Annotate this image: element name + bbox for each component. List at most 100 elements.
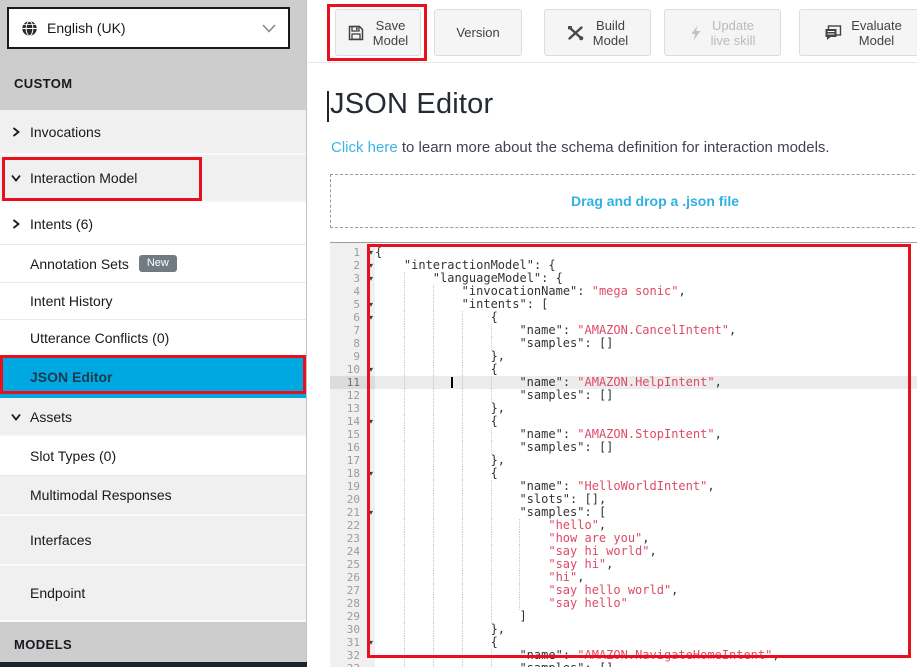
save-model-button[interactable]: SaveModel	[335, 9, 421, 56]
fold-arrow-icon[interactable]: ▾	[369, 415, 373, 428]
sidebar-item-multimodal-responses[interactable]: Multimodal Responses	[0, 476, 306, 516]
line-number: 13	[330, 402, 375, 415]
sidebar-item-json-editor[interactable]: JSON Editor	[0, 357, 306, 398]
line-number: 2▾	[330, 259, 375, 272]
line-number: 9	[330, 350, 375, 363]
line-number: 18▾	[330, 467, 375, 480]
text-caret	[327, 91, 329, 122]
line-number: 1▾	[330, 246, 375, 259]
fold-arrow-icon[interactable]: ▾	[369, 272, 373, 285]
build-model-button[interactable]: BuildModel	[544, 9, 651, 56]
chevron-down-icon	[262, 24, 276, 33]
line-number: 23	[330, 532, 375, 545]
lightning-icon	[690, 25, 702, 41]
json-code-editor[interactable]: 1▾2▾3▾45▾6▾78910▾11121314▾15161718▾19202…	[330, 242, 917, 667]
line-number: 3▾	[330, 272, 375, 285]
line-number: 20	[330, 493, 375, 506]
line-number: 14▾	[330, 415, 375, 428]
globe-icon	[21, 20, 38, 37]
sidebar-item-assets[interactable]: Assets	[0, 398, 306, 437]
sidebar-item-utterance-conflicts-0[interactable]: Utterance Conflicts (0)	[0, 320, 306, 357]
toolbar: SaveModel Version BuildModel Updatelive ski…	[308, 0, 917, 62]
section-header-models: MODELS	[0, 622, 306, 662]
sidebar-item-invocations[interactable]: Invocations	[0, 110, 306, 155]
line-number: 33	[330, 662, 375, 667]
fold-arrow-icon[interactable]: ▾	[369, 246, 373, 259]
sidebar-item-interaction-model[interactable]: Interaction Model	[0, 155, 306, 203]
editor-gutter: 1▾2▾3▾45▾6▾78910▾11121314▾15161718▾19202…	[330, 243, 375, 667]
fold-arrow-icon[interactable]: ▾	[369, 259, 373, 272]
save-icon	[348, 25, 364, 41]
fold-arrow-icon[interactable]: ▾	[369, 467, 373, 480]
json-dropzone[interactable]: Drag and drop a .json file	[330, 174, 917, 228]
sidebar: English (UK) CUSTOM Invocations Interacti…	[0, 0, 307, 667]
line-number: 29	[330, 610, 375, 623]
build-model-label: BuildModel	[593, 18, 628, 48]
code-line: "name": "AMAZON.NavigateHomeIntent",	[375, 649, 917, 662]
line-number: 4	[330, 285, 375, 298]
update-live-skill-label: Updatelive skill	[711, 18, 756, 48]
sidebar-item-label: Intent History	[30, 293, 112, 309]
code-line: "say hello"	[375, 597, 917, 610]
sidebar-item-label: Invocations	[30, 124, 101, 140]
sidebar-item-intent-history[interactable]: Intent History	[0, 283, 306, 320]
chevron-right-icon	[11, 219, 21, 229]
code-line: "say hello world",	[375, 584, 917, 597]
code-line: ]	[375, 610, 917, 623]
sidebar-item-endpoint[interactable]: Endpoint	[0, 566, 306, 622]
code-line: "samples": []	[375, 337, 917, 350]
update-live-skill-button: Updatelive skill	[664, 9, 781, 56]
code-line: "samples": [	[375, 506, 917, 519]
line-number: 32	[330, 649, 375, 662]
line-number: 12	[330, 389, 375, 402]
version-button[interactable]: Version	[434, 9, 522, 56]
click-here-link[interactable]: Click here	[331, 139, 398, 156]
sidebar-item-label: Interfaces	[30, 532, 91, 548]
section-header-custom: CUSTOM	[0, 76, 306, 91]
sidebar-item-intents-6[interactable]: Intents (6)	[0, 203, 306, 245]
code-line: },	[375, 402, 917, 415]
sidebar-bottom-bar	[0, 662, 307, 667]
fold-arrow-icon[interactable]: ▾	[369, 363, 373, 376]
sidebar-item-interfaces[interactable]: Interfaces	[0, 516, 306, 566]
sidebar-item-annotation-sets[interactable]: Annotation SetsNew	[0, 245, 306, 283]
line-number: 5▾	[330, 298, 375, 311]
chevron-down-icon	[11, 173, 21, 183]
fold-arrow-icon[interactable]: ▾	[369, 506, 373, 519]
schema-help-text: Click here to learn more about the schem…	[331, 139, 830, 156]
sidebar-item-label: Endpoint	[30, 585, 85, 601]
line-number: 25	[330, 558, 375, 571]
line-number: 27	[330, 584, 375, 597]
new-badge: New	[139, 255, 177, 272]
sidebar-item-label: Utterance Conflicts (0)	[30, 330, 169, 346]
save-model-label: SaveModel	[373, 18, 408, 48]
code-line: "name": "HelloWorldIntent",	[375, 480, 917, 493]
schema-help-suffix: to learn more about the schema definitio…	[398, 139, 830, 156]
line-number: 15	[330, 428, 375, 441]
line-number: 8	[330, 337, 375, 350]
sidebar-item-slot-types-0[interactable]: Slot Types (0)	[0, 437, 306, 476]
code-line: },	[375, 623, 917, 636]
line-number: 28	[330, 597, 375, 610]
fold-arrow-icon[interactable]: ▾	[369, 311, 373, 324]
code-line: "samples": []	[375, 389, 917, 402]
line-number: 17	[330, 454, 375, 467]
code-line: "samples": []	[375, 441, 917, 454]
fold-arrow-icon[interactable]: ▾	[369, 636, 373, 649]
fold-arrow-icon[interactable]: ▾	[369, 298, 373, 311]
sidebar-item-label: Interaction Model	[30, 170, 137, 186]
line-number: 26	[330, 571, 375, 584]
language-selector[interactable]: English (UK)	[7, 7, 290, 49]
page-title: JSON Editor	[330, 88, 493, 121]
code-line: "invocationName": "mega sonic",	[375, 285, 917, 298]
main-content: SaveModel Version BuildModel Updatelive ski…	[308, 0, 917, 667]
editor-code[interactable]: {"interactionModel": {"languageModel": {…	[375, 243, 917, 667]
chevron-down-icon	[11, 412, 21, 422]
page-title-text: JSON Editor	[330, 88, 493, 120]
code-line: "name": "AMAZON.HelpIntent",	[375, 376, 917, 389]
line-number: 7	[330, 324, 375, 337]
sidebar-nav: InvocationsInteraction ModelIntents (6)A…	[0, 110, 306, 622]
evaluate-model-button[interactable]: EvaluateModel	[799, 9, 917, 56]
sidebar-item-label: Multimodal Responses	[30, 487, 172, 503]
sidebar-item-label: Assets	[30, 409, 72, 425]
